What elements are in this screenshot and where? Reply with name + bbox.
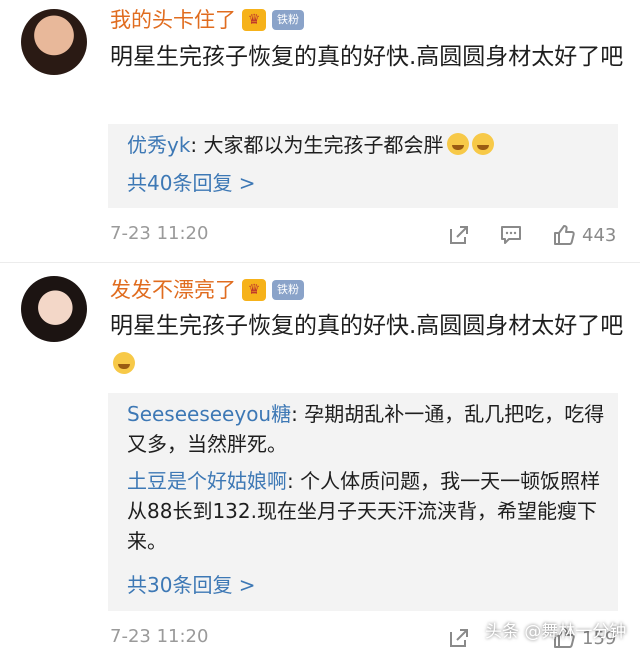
like-count: 443 <box>582 224 617 246</box>
share-button[interactable] <box>448 624 470 652</box>
reply-username[interactable]: 优秀yk <box>127 133 190 157</box>
comment-icon <box>501 226 521 244</box>
avatar[interactable] <box>21 9 87 75</box>
reply: 优秀yk: 大家都以为生完孩子都会胖 <box>127 130 607 160</box>
reply-username[interactable]: 土豆是个好姑娘啊 <box>127 469 287 493</box>
comment-button[interactable] <box>500 221 522 249</box>
reply: Seeseeseeyou糖: 孕期胡乱补一通，乱几把吃，吃得又多，当然胖死。 <box>127 399 607 459</box>
comment-text-content: 明星生完孩子恢复的真的好快.高圆圆身材太好了吧 <box>110 313 624 339</box>
fan-badge: 铁粉 <box>272 10 304 30</box>
share-button[interactable] <box>448 221 470 249</box>
crown-badge-icon: ♛ <box>242 9 266 31</box>
watermark: 头条 @舞林一分钟 <box>485 622 627 642</box>
reply-username[interactable]: Seeseeseeyou糖 <box>127 402 291 426</box>
emoji-icon <box>446 133 469 155</box>
avatar[interactable] <box>21 276 87 342</box>
timestamp: 7-23 11:20 <box>110 626 209 647</box>
reply-box[interactable]: Seeseeseeyou糖: 孕期胡乱补一通，乱几把吃，吃得又多，当然胖死。 土… <box>108 393 618 611</box>
comment-1: 我的头卡住了 ♛ 铁粉 明星生完孩子恢复的真的好快.高圆圆身材太好了吧 优秀yk… <box>0 0 640 262</box>
username[interactable]: 我的头卡住了 <box>110 5 236 35</box>
username-row: 发发不漂亮了 ♛ 铁粉 <box>110 275 304 305</box>
comment-text: 明星生完孩子恢复的真的好快.高圆圆身材太好了吧 <box>110 307 630 383</box>
reply-text: : 大家都以为生完孩子都会胖 <box>190 133 444 157</box>
emoji-icon <box>471 133 494 155</box>
more-replies-link[interactable]: 共40条回复 > <box>127 168 256 198</box>
comment-2: 发发不漂亮了 ♛ 铁粉 明星生完孩子恢复的真的好快.高圆圆身材太好了吧 Sees… <box>0 263 640 652</box>
comment-footer: 7-23 11:20 443 <box>110 221 620 251</box>
like-icon <box>554 225 575 245</box>
username[interactable]: 发发不漂亮了 <box>110 275 236 305</box>
reply: 土豆是个好姑娘啊: 个人体质问题，我一天一顿饭照样从88长到132.现在坐月子天… <box>127 466 607 556</box>
more-replies-link[interactable]: 共30条回复 > <box>127 570 256 600</box>
crown-badge-icon: ♛ <box>242 279 266 301</box>
share-icon <box>450 226 468 244</box>
comment-text: 明星生完孩子恢复的真的好快.高圆圆身材太好了吧 <box>110 44 624 70</box>
fan-badge: 铁粉 <box>272 280 304 300</box>
emoji-icon <box>113 352 135 374</box>
timestamp: 7-23 11:20 <box>110 223 209 244</box>
reply-box[interactable]: 优秀yk: 大家都以为生完孩子都会胖 共40条回复 > <box>108 124 618 208</box>
share-icon <box>450 629 468 647</box>
like-button[interactable]: 443 <box>552 221 616 249</box>
username-row: 我的头卡住了 ♛ 铁粉 <box>110 5 304 35</box>
